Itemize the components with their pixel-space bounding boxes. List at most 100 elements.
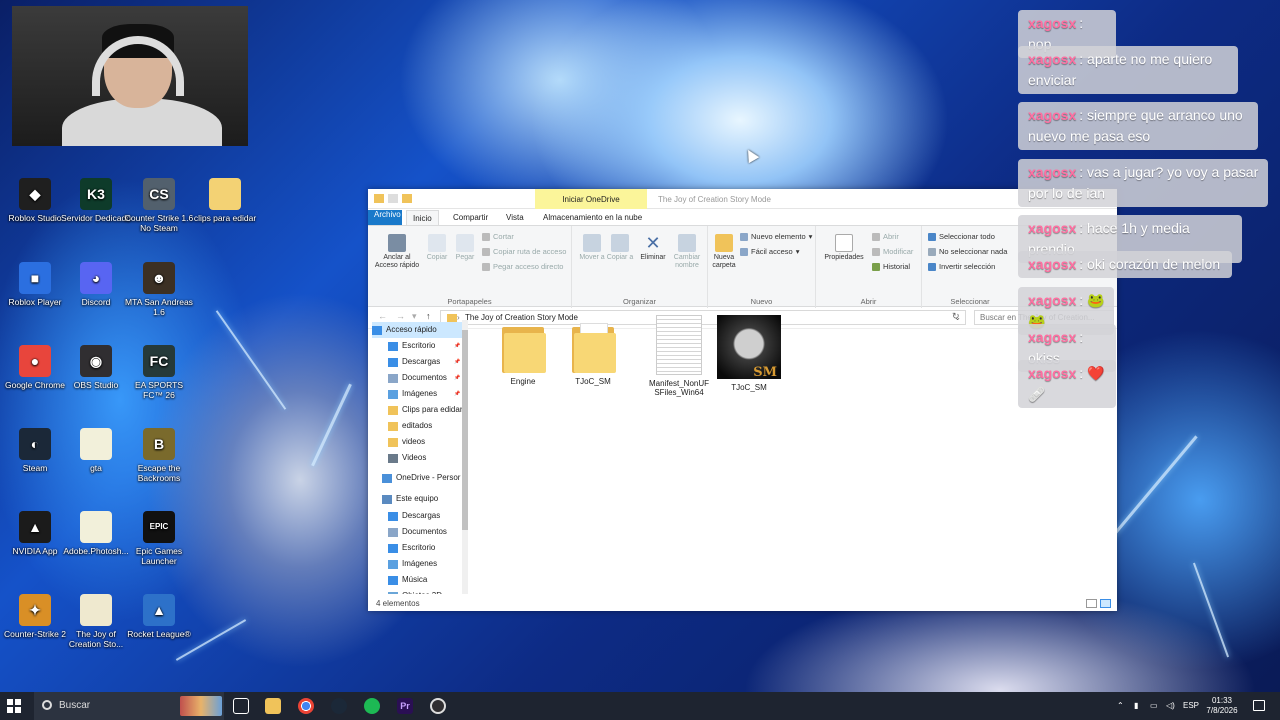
move-to-button[interactable]: Mover a xyxy=(578,234,606,262)
nav-item[interactable]: Acceso rápido xyxy=(372,322,467,338)
file-item[interactable]: Engine xyxy=(488,315,558,386)
desktop-shortcut[interactable]: EPIC Epic Games Launcher xyxy=(124,511,194,566)
desktop-shortcut[interactable]: ◆ Roblox Studio xyxy=(0,178,70,223)
windows-start-icon[interactable] xyxy=(7,699,21,713)
select-all-button[interactable]: Seleccionar todo xyxy=(928,232,995,241)
details-view-icon[interactable] xyxy=(1086,599,1097,608)
nav-item[interactable]: Documentos 📌 xyxy=(388,370,460,386)
copy-path-button[interactable]: Copiar ruta de acceso xyxy=(482,247,566,256)
webcam-overlay xyxy=(12,6,248,146)
tab-vista[interactable]: Vista xyxy=(500,210,530,225)
nav-item[interactable]: Objetos 3D xyxy=(388,588,442,594)
nav-item[interactable]: editados xyxy=(388,418,432,434)
desktop-shortcut[interactable]: K3 Servidor Dedicado xyxy=(61,178,131,223)
taskbar-search-input[interactable]: Buscar xyxy=(34,692,224,720)
nav-item[interactable]: Documentos xyxy=(388,524,447,540)
desktop-shortcut[interactable]: clips para edidar xyxy=(190,178,260,223)
nav-item[interactable]: Videos xyxy=(388,450,426,466)
desktop-shortcut[interactable]: ● Google Chrome xyxy=(0,345,70,390)
volume-icon[interactable]: ◁) xyxy=(1166,692,1175,720)
desktop-shortcut[interactable]: ▲ NVIDIA App xyxy=(0,511,70,556)
premiere-taskbar-icon[interactable]: Pr xyxy=(397,698,413,714)
nav-item[interactable]: Escritorio 📌 xyxy=(388,338,460,354)
paste-shortcut-button[interactable]: Pegar acceso directo xyxy=(482,262,563,271)
file-item[interactable]: TJoC_SM xyxy=(558,315,628,386)
network-icon[interactable]: ▭ xyxy=(1150,692,1158,720)
microphone-icon[interactable]: ▮ xyxy=(1134,692,1138,720)
title-bar[interactable]: Iniciar OneDrive The Joy of Creation Sto… xyxy=(368,189,1117,209)
chrome-taskbar-icon[interactable] xyxy=(298,698,314,714)
rename-button[interactable]: Cambiar nombre xyxy=(670,234,704,270)
pin-quick-access-button[interactable]: Anclar al Acceso rápido xyxy=(372,234,422,270)
delete-button[interactable]: ✕ Eliminar xyxy=(638,234,668,262)
folder-icon xyxy=(388,421,398,431)
desktop-shortcut[interactable]: ■ Roblox Player xyxy=(0,262,70,307)
tab-almacenamiento-nube[interactable]: Almacenamiento en la nube xyxy=(537,210,648,225)
steam-taskbar-icon[interactable] xyxy=(331,698,347,714)
desktop-shortcut[interactable]: ◉ OBS Studio xyxy=(61,345,131,390)
nav-item[interactable]: Clips para edidar xyxy=(388,402,462,418)
file-item[interactable]: Manifest_NonUFSFiles_Win64 xyxy=(644,315,714,397)
nav-item[interactable]: Descargas 📌 xyxy=(388,354,460,370)
desktop-shortcut[interactable]: gta xyxy=(61,428,131,473)
navigation-pane[interactable]: Acceso rápido Escritorio 📌 Descargas 📌 Docume… xyxy=(368,320,468,594)
file-explorer-window[interactable]: Iniciar OneDrive The Joy of Creation Sto… xyxy=(368,189,1117,611)
history-button[interactable]: Historial xyxy=(872,262,910,271)
open-icon xyxy=(872,232,880,241)
desktop-shortcut[interactable]: B Escape the Backrooms xyxy=(124,428,194,483)
nav-item[interactable]: Este equipo xyxy=(382,491,438,507)
nav-item[interactable]: Música xyxy=(388,572,427,588)
scrollbar-thumb[interactable] xyxy=(462,330,468,530)
desktop-shortcut[interactable]: CS Counter Strike 1.6 No Steam xyxy=(124,178,194,233)
tray-overflow-chevron-icon[interactable]: ⌃ xyxy=(1117,692,1124,720)
invert-selection-label: Invertir selección xyxy=(939,262,996,271)
language-indicator[interactable]: ESP xyxy=(1183,692,1199,720)
clock[interactable]: 01:33 7/8/2026 xyxy=(1200,696,1244,716)
context-tab-onedrive[interactable]: Iniciar OneDrive xyxy=(535,189,647,209)
file-item[interactable]: SM TJoC_SM xyxy=(714,315,784,392)
desktop-shortcut[interactable]: ✦ Counter-Strike 2 xyxy=(0,594,70,639)
new-folder-icon[interactable] xyxy=(402,194,412,203)
easy-access-button[interactable]: Fácil acceso ▾ xyxy=(740,247,799,256)
task-view-icon[interactable] xyxy=(233,698,249,714)
invert-selection-button[interactable]: Invertir selección xyxy=(928,262,995,271)
properties-button[interactable]: Propiedades xyxy=(822,234,866,262)
obs-taskbar-icon[interactable] xyxy=(430,698,446,714)
tab-inicio[interactable]: Inicio xyxy=(406,210,439,225)
nav-item[interactable]: OneDrive - Persor xyxy=(382,470,460,486)
paste-button[interactable]: Pegar xyxy=(452,234,478,262)
desktop-shortcut[interactable]: Adobe.Photosh... xyxy=(61,511,131,556)
desktop-shortcut[interactable]: ◐ Steam xyxy=(0,428,70,473)
spotify-taskbar-icon[interactable] xyxy=(364,698,380,714)
notifications-icon[interactable] xyxy=(1253,700,1265,711)
large-icons-view-icon[interactable] xyxy=(1100,599,1111,608)
copy-button[interactable]: Copiar xyxy=(424,234,450,262)
properties-icon[interactable] xyxy=(388,194,398,203)
file-explorer-taskbar-icon[interactable] xyxy=(265,698,281,714)
desktop-shortcut[interactable]: ☻ MTA San Andreas 1.6 xyxy=(124,262,194,317)
chat-username: xagosx xyxy=(1028,292,1077,308)
nav-item[interactable]: Imágenes xyxy=(388,556,437,572)
desktop-shortcut[interactable]: ▲ Rocket League® xyxy=(124,594,194,639)
clock-time: 01:33 xyxy=(1211,696,1233,705)
copy-to-button[interactable]: Copiar a xyxy=(606,234,634,262)
quick-access-toolbar[interactable] xyxy=(374,194,412,203)
nav-item[interactable]: videos xyxy=(388,434,425,450)
select-none-button[interactable]: No seleccionar nada xyxy=(928,247,1007,256)
desktop-shortcut[interactable]: ◕ Discord xyxy=(61,262,131,307)
tab-compartir[interactable]: Compartir xyxy=(447,210,494,225)
tab-archivo[interactable]: Archivo xyxy=(368,210,402,225)
desktop-shortcut[interactable]: The Joy of Creation Sto... xyxy=(61,594,131,649)
cut-button[interactable]: Cortar xyxy=(482,232,514,241)
nav-item[interactable]: Descargas xyxy=(388,508,440,524)
group-organizar: Mover a Copiar a ✕ Eliminar Cambiar nombr… xyxy=(572,226,708,308)
nav-item[interactable]: Escritorio xyxy=(388,540,435,556)
counter-strike-16-icon: CS xyxy=(143,178,175,210)
open-button[interactable]: Abrir xyxy=(872,232,899,241)
nav-scrollbar[interactable] xyxy=(462,320,468,594)
new-item-button[interactable]: Nuevo elemento ▾ xyxy=(740,232,812,241)
new-folder-button[interactable]: Nueva carpeta xyxy=(710,234,738,270)
modify-button[interactable]: Modificar xyxy=(872,247,913,256)
nav-item[interactable]: Imágenes 📌 xyxy=(388,386,460,402)
desktop-shortcut[interactable]: FC EA SPORTS FC™ 26 xyxy=(124,345,194,400)
